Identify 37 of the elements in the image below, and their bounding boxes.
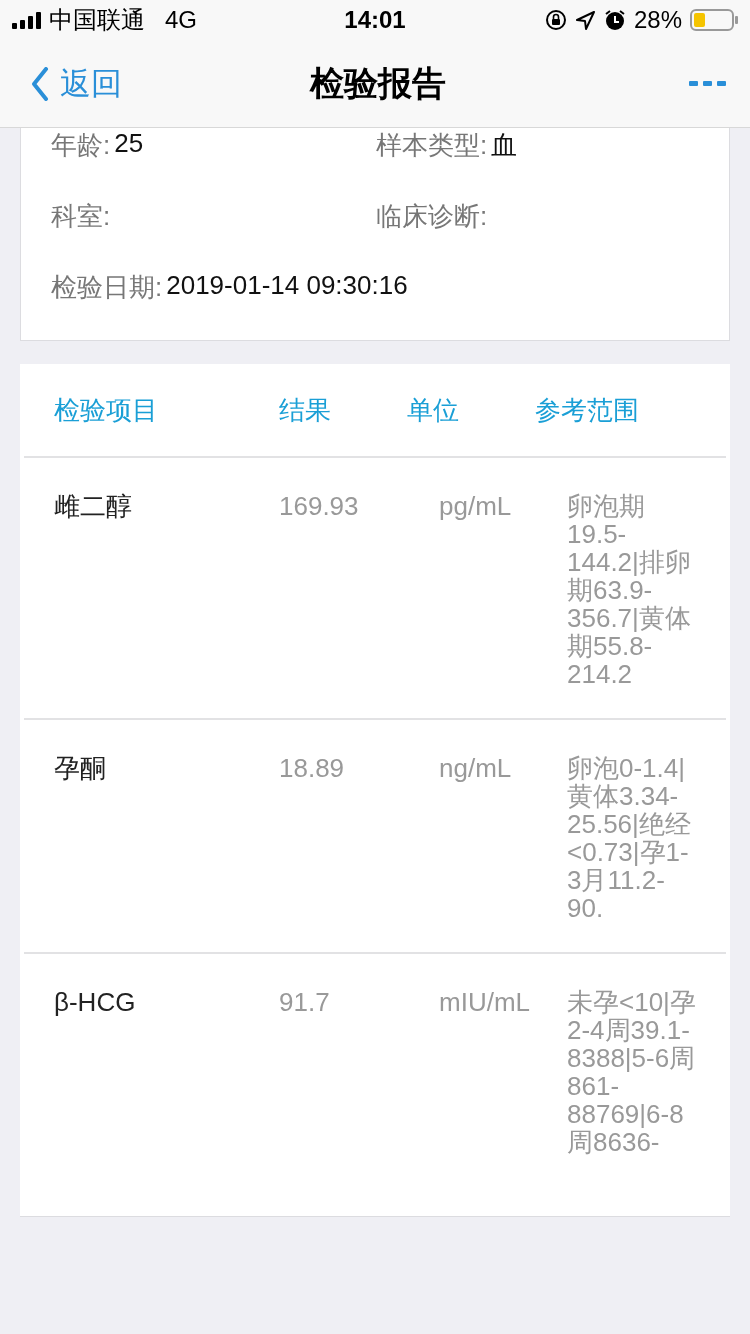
field-value: 2019-01-14 09:30:16 bbox=[166, 270, 408, 302]
test-name: 雌二醇 bbox=[54, 492, 133, 523]
signal-icon bbox=[12, 11, 41, 29]
column-header: 结果 bbox=[279, 393, 332, 427]
field-label: 临床诊断: bbox=[376, 200, 488, 233]
chevron-left-icon bbox=[30, 66, 50, 101]
carrier-name: 中国联通 bbox=[49, 5, 145, 35]
more-menu-icon[interactable] bbox=[689, 81, 726, 86]
clock-time: 14:01 bbox=[344, 6, 406, 34]
unit-text: mIU/mL bbox=[439, 988, 531, 1019]
page-title: 检验报告 bbox=[310, 62, 446, 104]
reference-range: 卵泡0-1.4|黄体3.34-25.56|绝经<0.73|孕1-3月11.2-90. bbox=[567, 754, 692, 922]
rotation-lock-icon bbox=[544, 9, 567, 31]
battery-percent: 28% bbox=[633, 6, 682, 34]
unit-text: ng/mL bbox=[439, 754, 513, 785]
test-name: β-HCG bbox=[54, 988, 137, 1019]
location-arrow-icon bbox=[574, 9, 596, 31]
result-value: 91.7 bbox=[279, 988, 331, 1019]
alarm-clock-icon bbox=[603, 9, 626, 31]
field-label: 检验日期: bbox=[51, 271, 163, 304]
result-value: 18.89 bbox=[279, 754, 346, 785]
column-header: 检验项目 bbox=[54, 393, 159, 427]
reference-range: 卵泡期19.5-144.2|排卵期63.9-356.7|黄体期55.8-214.2 bbox=[567, 492, 692, 688]
test-name: 孕酮 bbox=[54, 754, 107, 785]
field-label: 样本类型: bbox=[376, 129, 488, 162]
result-value: 169.93 bbox=[279, 492, 360, 523]
battery-icon bbox=[690, 9, 738, 31]
field-value: 血 bbox=[491, 129, 518, 162]
column-header: 参考范围 bbox=[535, 393, 640, 427]
field-value: 25 bbox=[114, 128, 144, 160]
field-label: 年龄: bbox=[51, 129, 111, 162]
reference-range: 未孕<10|孕2-4周39.1-8388|5-6周861-88769|6-8周8636- bbox=[567, 988, 697, 1156]
network-type: 4G bbox=[165, 6, 197, 34]
back-button[interactable]: 返回 bbox=[30, 62, 122, 105]
field-label: 科室: bbox=[51, 200, 111, 233]
unit-text: pg/mL bbox=[439, 492, 513, 523]
column-header: 单位 bbox=[407, 393, 460, 427]
